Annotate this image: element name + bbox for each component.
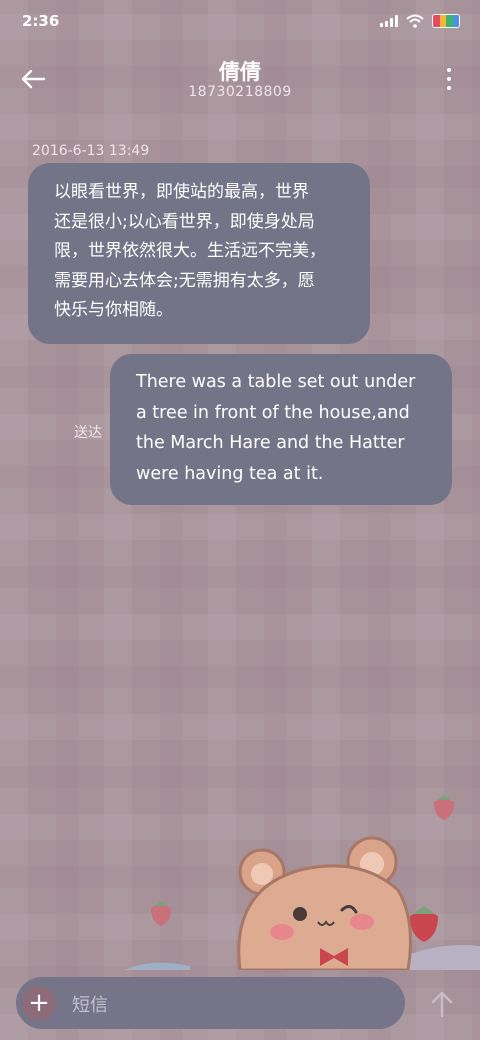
status-time: 2:36 (22, 12, 60, 30)
message-composer[interactable]: + 短信 (16, 977, 405, 1029)
message-line: 限，世界依然很大。生活远不完美， (54, 241, 326, 261)
send-arrow-icon[interactable] (428, 989, 456, 1019)
bear-sticker-wallpaper (125, 795, 480, 970)
outgoing-message-bubble[interactable]: There was a table set out under a tree i… (110, 354, 452, 505)
message-input-placeholder[interactable]: 短信 (72, 991, 108, 1017)
message-line: 还是很小;以心看世界，即使身处局 (54, 211, 315, 232)
incoming-message-bubble[interactable]: 以眼看世界，即使站的最高，世界 还是很小;以心看世界，即使身处局 限，世界依然很… (28, 163, 370, 344)
conversation-header: 倩倩 18730218809 (0, 52, 480, 108)
phone-number: 18730218809 (188, 84, 292, 100)
battery-icon (432, 14, 460, 28)
message-line: 快乐与你相随。 (54, 300, 173, 320)
strawberry-icon (410, 906, 438, 942)
message-line: There was a table set out under (136, 372, 416, 392)
message-line: the March Hare and the Hatter (136, 433, 405, 453)
strawberry-icon (151, 901, 171, 926)
message-line: were having tea at it. (136, 463, 324, 484)
message-line: 以眼看世界，即使站的最高，世界 (54, 182, 309, 202)
message-line: a tree in front of the house,and (136, 402, 410, 423)
status-bar: 2:36 (0, 0, 480, 44)
wifi-icon (406, 14, 424, 28)
contact-name: 倩倩 (219, 60, 261, 84)
status-icons (380, 14, 460, 28)
message-timestamp: 2016-6-13 13:49 (32, 143, 150, 159)
strawberry-icon (434, 795, 454, 820)
more-vertical-icon[interactable] (446, 68, 452, 90)
message-line: 需要用心去体会;无需拥有太多，愿 (54, 270, 315, 291)
plus-icon[interactable]: + (22, 986, 56, 1020)
delivery-status: 送达 (74, 425, 102, 441)
signal-icon (380, 15, 398, 27)
